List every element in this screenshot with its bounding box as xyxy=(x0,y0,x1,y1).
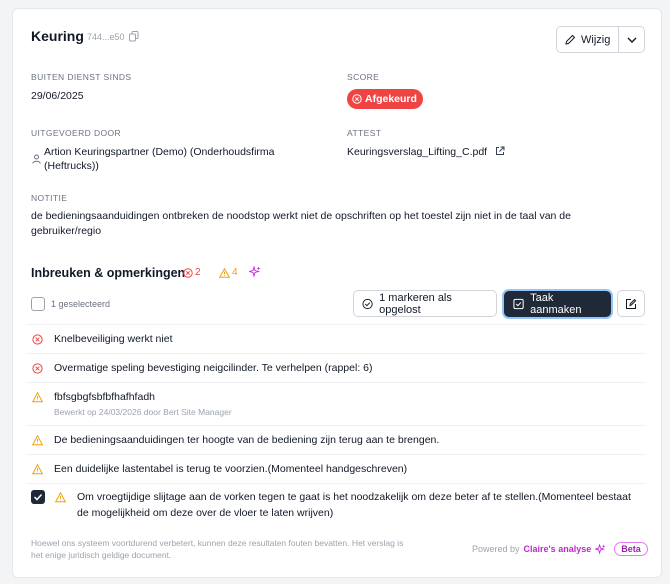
score-label: SCORE xyxy=(347,72,380,82)
create-task-label: Taak aanmaken xyxy=(530,292,582,316)
performed-by-value: Artion Keuringspartner (Demo) (Onderhoud… xyxy=(44,145,275,173)
out-of-service-value: 29/06/2025 xyxy=(31,90,84,102)
powered-by-label: Powered by xyxy=(472,544,520,554)
row-divider xyxy=(27,454,645,455)
x-circle-icon xyxy=(352,94,362,104)
error-icon xyxy=(32,334,43,345)
score-value: Afgekeurd xyxy=(365,93,417,105)
list-item[interactable]: Knelbeveiliging werkt niet xyxy=(31,331,645,353)
powered-by: Powered by Claire's analyse Beta xyxy=(472,542,648,556)
list-item[interactable]: Overmatige speling bevestiging neigcilin… xyxy=(31,360,645,382)
item-edited-info: Bewerkt op 24/03/2026 door Bert Site Man… xyxy=(54,407,232,417)
sparkle-icon[interactable] xyxy=(249,266,261,278)
brand-name: Claire's analyse xyxy=(523,544,592,554)
inspection-card: Keuring 744...e50 Wijzig BUITEN DIENST S… xyxy=(12,8,662,578)
certificate-link[interactable]: Keuringsverslag_Lifting_C.pdf xyxy=(347,145,487,159)
warning-icon xyxy=(55,492,66,503)
error-count: 2 xyxy=(195,267,201,278)
certificate-label: ATTEST xyxy=(347,128,382,138)
row-divider xyxy=(27,324,645,325)
error-count-badge: 2 xyxy=(183,267,201,278)
list-item[interactable]: De bedieningsaanduidingen ter hoogte van… xyxy=(31,432,645,454)
edit-square-icon xyxy=(626,298,637,309)
warning-count: 4 xyxy=(232,267,238,278)
warning-icon xyxy=(32,464,43,475)
external-link-icon[interactable] xyxy=(495,146,505,156)
infractions-title: Inbreuken & opmerkingen xyxy=(31,266,186,280)
item-text: Een duidelijke lastentabel is terug te v… xyxy=(54,463,408,475)
list-item[interactable]: Om vroegtijdige slijtage aan de vorken t… xyxy=(31,489,645,525)
warning-count-badge: 4 xyxy=(219,267,238,278)
item-text: fbfsgbgfsbfbfhafhfadh xyxy=(54,391,155,403)
card-title: Keuring xyxy=(31,28,84,44)
note-line2: gebruiker/regio xyxy=(31,225,102,237)
score-badge: Afgekeurd xyxy=(347,89,423,109)
disclaimer-line2: het enige juridisch geldige document. xyxy=(31,550,172,560)
list-item[interactable]: fbfsgbgfsbfbfhafhfadh Bewerkt op 24/03/2… xyxy=(31,389,645,421)
select-all-checkbox[interactable] xyxy=(31,297,45,311)
copy-icon[interactable] xyxy=(129,31,139,42)
create-task-button[interactable]: Taak aanmaken xyxy=(504,291,611,317)
beta-badge: Beta xyxy=(614,542,648,556)
x-circle-icon xyxy=(183,267,193,278)
item-text-line1: Om vroegtijdige slijtage aan de vorken t… xyxy=(77,491,631,503)
out-of-service-label: BUITEN DIENST SINDS xyxy=(31,72,132,82)
chevron-down-icon xyxy=(627,37,636,43)
mark-resolved-label: 1 markeren als opgelost xyxy=(379,291,452,316)
edit-menu-button[interactable] xyxy=(619,27,644,52)
warning-icon xyxy=(219,267,230,278)
item-text-line2: de mogelijkheid om deze over de vloer te… xyxy=(77,507,334,519)
selected-count-label: 1 geselecteerd xyxy=(51,299,111,309)
disclaimer-line1: Hoewel ons systeem voortdurend verbetert… xyxy=(31,538,404,548)
row-divider xyxy=(27,483,645,484)
sparkle-icon xyxy=(595,543,606,555)
edit-button-group: Wijzig xyxy=(556,26,645,53)
checkmark-icon xyxy=(33,493,43,501)
row-divider xyxy=(27,425,645,426)
item-text: Overmatige speling bevestiging neigcilin… xyxy=(54,362,373,374)
check-circle-icon xyxy=(362,298,373,309)
warning-icon xyxy=(32,392,43,403)
edit-button-label: Wijzig xyxy=(581,33,611,46)
mark-resolved-button[interactable]: 1 markeren als opgelost xyxy=(353,290,497,317)
disclaimer-text: Hoewel ons systeem voortdurend verbetert… xyxy=(31,537,451,561)
error-icon xyxy=(32,363,43,374)
checkbox-icon xyxy=(513,298,524,310)
list-item[interactable]: Een duidelijke lastentabel is terug te v… xyxy=(31,461,645,483)
edit-task-button[interactable] xyxy=(617,290,645,317)
warning-icon xyxy=(32,435,43,446)
note-value: de bedieningsaanduidingen ontbreken de n… xyxy=(31,209,631,238)
pencil-icon xyxy=(565,34,576,45)
performed-by-label: UITGEVOERD DOOR xyxy=(31,128,122,138)
note-line1: de bedieningsaanduidingen ontbreken de n… xyxy=(31,210,571,222)
inspection-id: 744...e50 xyxy=(87,32,125,42)
row-divider xyxy=(27,382,645,383)
note-label: NOTITIE xyxy=(31,193,68,203)
user-icon xyxy=(32,154,41,164)
item-text: Om vroegtijdige slijtage aan de vorken t… xyxy=(77,489,647,521)
edit-button[interactable]: Wijzig xyxy=(557,27,618,52)
row-divider xyxy=(27,353,645,354)
item-text: Knelbeveiliging werkt niet xyxy=(54,333,173,345)
performed-by-line2: (Heftrucks)) xyxy=(44,160,99,172)
performed-by-line1: Artion Keuringspartner (Demo) (Onderhoud… xyxy=(44,146,275,158)
item-text: De bedieningsaanduidingen ter hoogte van… xyxy=(54,434,440,446)
item-checkbox[interactable] xyxy=(31,490,45,504)
